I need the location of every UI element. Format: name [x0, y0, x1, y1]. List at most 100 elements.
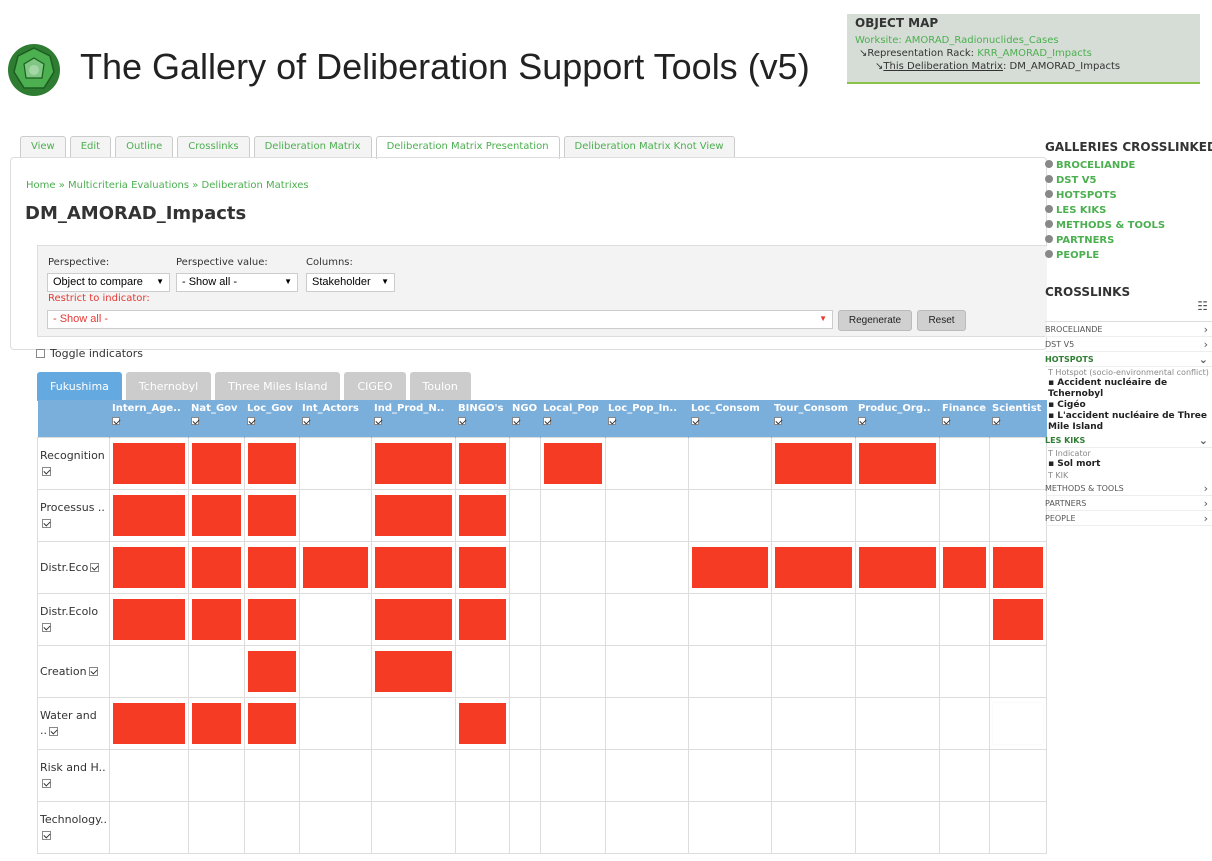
matrix-cell[interactable]	[771, 800, 857, 854]
matrix-cell[interactable]	[939, 540, 991, 594]
column-checkbox[interactable]	[112, 417, 121, 425]
crosslink-hotspots[interactable]: HOTSPOTS ⌄	[1045, 352, 1212, 367]
impact-marker[interactable]	[375, 494, 453, 536]
matrix-cell[interactable]	[188, 592, 246, 646]
crosslink-methods-tools[interactable]: METHODS & TOOLS ›	[1045, 481, 1212, 496]
matrix-cell[interactable]	[188, 748, 246, 802]
matrix-cell[interactable]	[688, 488, 773, 542]
matrix-cell[interactable]	[509, 696, 542, 750]
gallery-link[interactable]: DST V5	[1045, 173, 1212, 188]
matrix-cell[interactable]	[771, 748, 857, 802]
matrix-cell[interactable]	[299, 488, 373, 542]
matrix-cell[interactable]	[244, 592, 301, 646]
matrix-cell[interactable]	[244, 696, 301, 750]
matrix-cell[interactable]	[771, 436, 857, 490]
matrix-cell[interactable]	[605, 436, 690, 490]
matrix-cell[interactable]	[371, 540, 457, 594]
impact-marker[interactable]	[113, 546, 186, 588]
matrix-cell[interactable]	[688, 696, 773, 750]
regenerate-button[interactable]: Regenerate	[838, 310, 912, 331]
matrix-cell[interactable]	[244, 748, 301, 802]
matrix-cell[interactable]	[939, 800, 991, 854]
impact-marker[interactable]	[775, 546, 853, 588]
matrix-cell[interactable]	[989, 696, 1048, 750]
matrix-cell[interactable]	[455, 748, 511, 802]
matrix-cell[interactable]	[509, 436, 542, 490]
rack-link[interactable]: KRR_AMORAD_Impacts	[977, 48, 1092, 59]
column-checkbox[interactable]	[512, 417, 521, 425]
column-checkbox[interactable]	[458, 417, 467, 425]
matrix-cell[interactable]	[109, 748, 190, 802]
matrix-cell[interactable]	[299, 592, 373, 646]
gallery-link[interactable]: PARTNERS	[1045, 233, 1212, 248]
tab-cigeo[interactable]: CIGEO	[344, 372, 406, 401]
matrix-cell[interactable]	[244, 644, 301, 698]
impact-marker[interactable]	[859, 442, 937, 484]
matrix-cell[interactable]	[939, 592, 991, 646]
matrix-cell[interactable]	[371, 644, 457, 698]
impact-marker[interactable]	[775, 442, 853, 484]
impact-marker[interactable]	[375, 442, 453, 484]
gallery-link[interactable]: LES KIKS	[1045, 203, 1212, 218]
matrix-cell[interactable]	[855, 800, 941, 854]
matrix-cell[interactable]	[371, 800, 457, 854]
site-title[interactable]: The Gallery of Deliberation Support Tool…	[80, 46, 810, 88]
matrix-cell[interactable]	[605, 488, 690, 542]
reset-button[interactable]: Reset	[917, 310, 966, 331]
matrix-cell[interactable]	[109, 488, 190, 542]
gallery-link[interactable]: HOTSPOTS	[1045, 188, 1212, 203]
matrix-cell[interactable]	[509, 592, 542, 646]
impact-marker[interactable]	[459, 702, 507, 744]
impact-marker[interactable]	[375, 546, 453, 588]
matrix-cell[interactable]	[771, 592, 857, 646]
column-checkbox[interactable]	[247, 417, 256, 425]
matrix-cell[interactable]	[605, 748, 690, 802]
tab-tchernobyl[interactable]: Tchernobyl	[125, 372, 212, 401]
impact-marker[interactable]	[459, 598, 507, 640]
matrix-self-link[interactable]: This Deliberation Matrix	[883, 61, 1003, 72]
matrix-cell[interactable]	[540, 488, 607, 542]
impact-marker[interactable]	[993, 598, 1044, 640]
matrix-cell[interactable]	[299, 696, 373, 750]
column-checkbox[interactable]	[191, 417, 200, 425]
impact-marker[interactable]	[375, 598, 453, 640]
impact-marker[interactable]	[192, 494, 242, 536]
matrix-cell[interactable]	[371, 696, 457, 750]
row-checkbox[interactable]	[88, 667, 98, 676]
column-checkbox[interactable]	[374, 417, 383, 425]
matrix-cell[interactable]	[989, 436, 1048, 490]
matrix-cell[interactable]	[299, 540, 373, 594]
impact-marker[interactable]	[943, 546, 987, 588]
matrix-cell[interactable]	[371, 592, 457, 646]
matrix-cell[interactable]	[244, 800, 301, 854]
matrix-cell[interactable]	[605, 592, 690, 646]
matrix-cell[interactable]	[540, 436, 607, 490]
row-checkbox[interactable]	[90, 563, 100, 572]
tab-view[interactable]: View	[20, 136, 66, 158]
matrix-cell[interactable]	[540, 540, 607, 594]
matrix-cell[interactable]	[605, 644, 690, 698]
column-checkbox[interactable]	[691, 417, 700, 425]
matrix-cell[interactable]	[688, 748, 773, 802]
column-checkbox[interactable]	[543, 417, 552, 425]
matrix-cell[interactable]	[605, 540, 690, 594]
matrix-cell[interactable]	[540, 592, 607, 646]
matrix-cell[interactable]	[455, 800, 511, 854]
matrix-cell[interactable]	[455, 696, 511, 750]
matrix-cell[interactable]	[188, 488, 246, 542]
matrix-cell[interactable]	[605, 696, 690, 750]
matrix-cell[interactable]	[939, 696, 991, 750]
matrix-cell[interactable]	[771, 644, 857, 698]
matrix-cell[interactable]	[244, 488, 301, 542]
matrix-cell[interactable]	[989, 488, 1048, 542]
matrix-cell[interactable]	[109, 696, 190, 750]
matrix-cell[interactable]	[989, 592, 1048, 646]
matrix-cell[interactable]	[455, 540, 511, 594]
matrix-cell[interactable]	[509, 540, 542, 594]
tab-crosslinks[interactable]: Crosslinks	[177, 136, 250, 158]
matrix-cell[interactable]	[244, 436, 301, 490]
matrix-cell[interactable]	[109, 540, 190, 594]
crosslink-item[interactable]: ▪ L'accident nucléaire de Three Mile Isl…	[1045, 411, 1212, 433]
tab-three-miles-island[interactable]: Three Miles Island	[215, 372, 341, 401]
impact-marker[interactable]	[692, 546, 769, 588]
